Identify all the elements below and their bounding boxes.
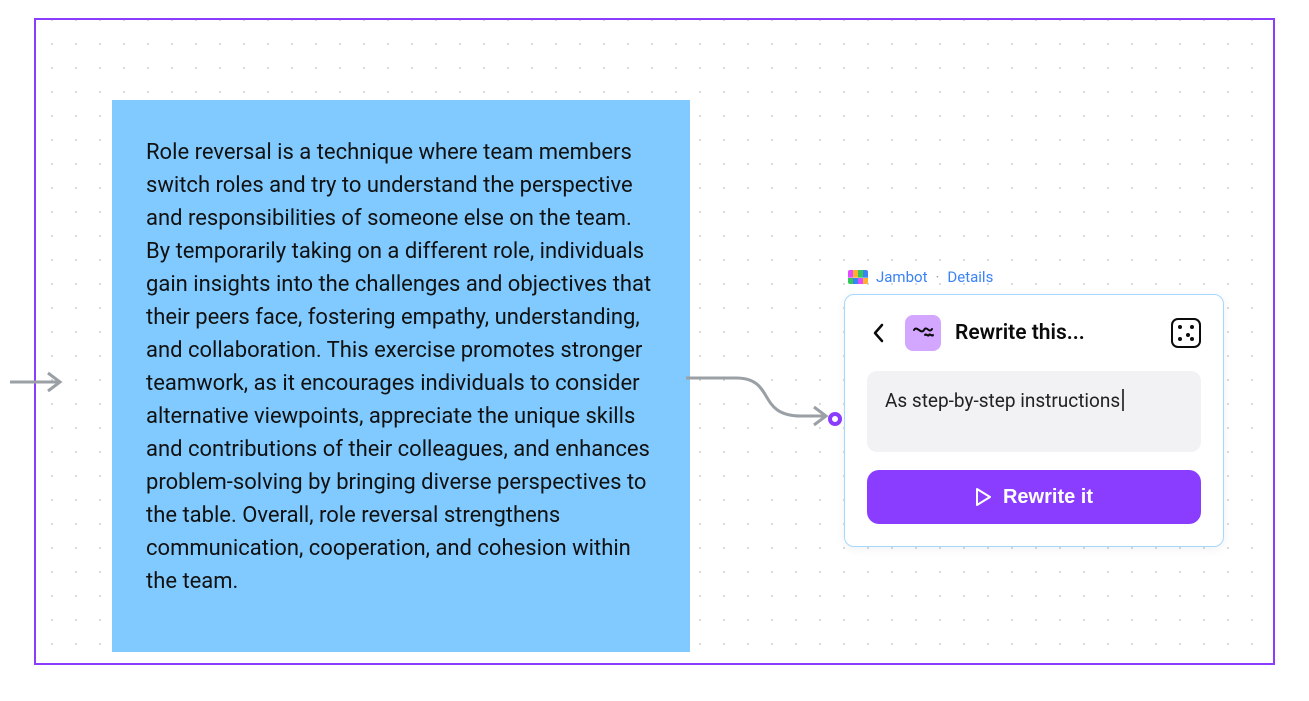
rewrite-button[interactable]: Rewrite it (867, 470, 1201, 524)
widget-title-row: Rewrite this... (867, 315, 1201, 351)
back-button[interactable] (867, 321, 891, 345)
text-caret (1122, 389, 1124, 411)
prompt-value: As step-by-step instructions (885, 389, 1120, 412)
prompt-input[interactable]: As step-by-step instructions (867, 371, 1201, 452)
squiggle-icon (911, 321, 935, 345)
play-icon (975, 488, 991, 506)
chevron-left-icon (873, 323, 885, 343)
rewrite-button-label: Rewrite it (1003, 486, 1093, 509)
jambot-logo-icon (848, 270, 868, 284)
sticky-note-text: Role reversal is a technique where team … (146, 136, 656, 598)
separator-dot: · (935, 268, 939, 286)
widget-card: Rewrite this... As step-by-step instruct… (844, 294, 1224, 547)
randomize-button[interactable] (1171, 318, 1201, 348)
connector-curve (686, 366, 848, 426)
plugin-details-link[interactable]: Details (947, 268, 993, 286)
incoming-connector-arrow (10, 370, 70, 394)
widget-header: Jambot · Details (844, 268, 1224, 294)
widget-input-port[interactable] (828, 412, 842, 426)
canvas-frame: Role reversal is a technique where team … (34, 18, 1275, 665)
jambot-widget: Jambot · Details Rewrite this... (844, 268, 1224, 547)
plugin-name-link[interactable]: Jambot (876, 268, 927, 286)
rewrite-tool-icon (905, 315, 941, 351)
widget-title: Rewrite this... (955, 321, 1157, 345)
sticky-note[interactable]: Role reversal is a technique where team … (112, 100, 690, 652)
